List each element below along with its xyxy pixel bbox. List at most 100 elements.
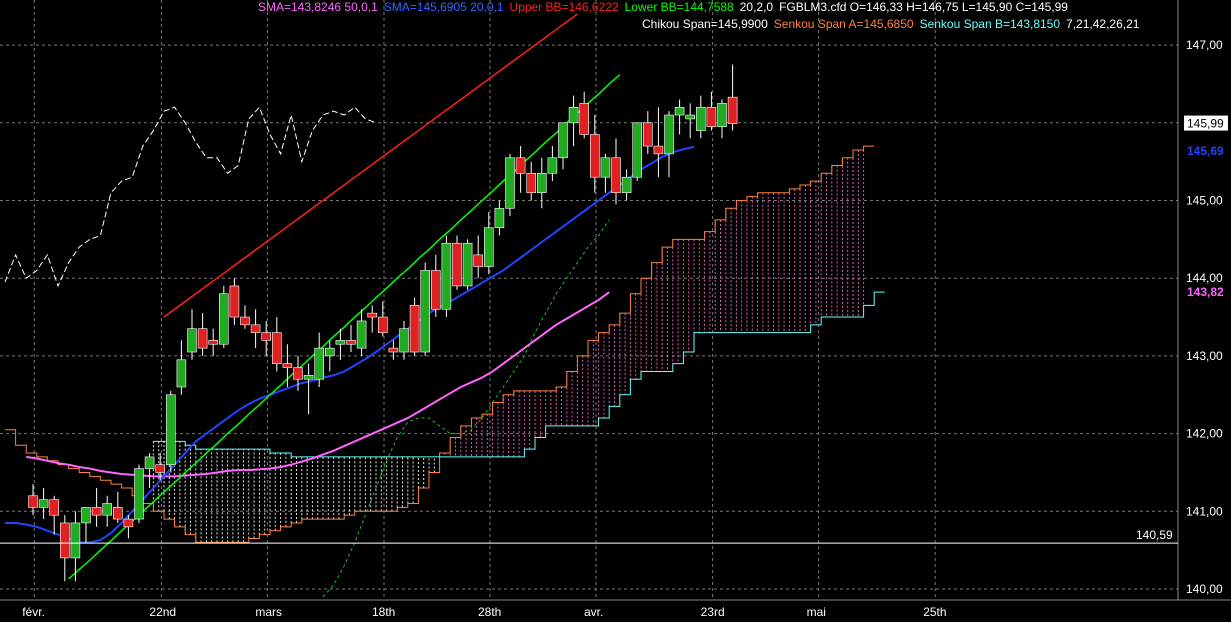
legend-top-item: Upper BB=146,6222 [509, 0, 619, 14]
y-tick-label: 145,00 [1186, 194, 1223, 208]
candle-body [505, 157, 515, 209]
candle-body [695, 106, 706, 131]
candle-body [187, 328, 197, 353]
candle-body [346, 340, 356, 345]
candle-body [706, 106, 717, 127]
candle-body [91, 507, 102, 516]
candle-body [388, 347, 399, 353]
lower-bb-line [68, 74, 621, 580]
candle-body [282, 363, 293, 368]
candle-body [452, 242, 462, 287]
y-tick-label: 147,00 [1186, 38, 1223, 52]
candle-body [642, 122, 653, 147]
candle-body [420, 270, 431, 353]
legend-top-item: FGBLM3.cfd O=146,33 H=146,75 L=145,90 C=… [779, 0, 1068, 14]
candle-body [324, 347, 335, 357]
candle-body [356, 320, 367, 349]
candle-body [664, 114, 674, 155]
candle-body [526, 173, 537, 194]
candle-body [632, 122, 643, 178]
candle-body [536, 173, 547, 194]
grid-lines [0, 0, 1178, 600]
candle-body [144, 456, 155, 469]
x-tick-label: 23rd [701, 605, 725, 619]
candle-body [314, 347, 325, 380]
candle-body [197, 328, 208, 349]
y-tick-label: 142,00 [1186, 427, 1223, 441]
price-chart[interactable]: 147,00146,00145,00144,00143,00142,00141,… [0, 0, 1231, 622]
candle-body [293, 367, 303, 380]
x-tick-label: 25th [923, 605, 946, 619]
upper-bb-line [163, 13, 578, 318]
candle-body [102, 503, 112, 516]
candle-body [717, 103, 727, 127]
y-tick-label: 140,00 [1186, 582, 1223, 596]
candle-body [49, 499, 60, 516]
indicator-legend-top: SMA=143,8246 50,0,1 SMA=145,6905 20,0,1 Up… [258, 0, 1074, 14]
legend-top-item: SMA=143,8246 50,0,1 [258, 0, 378, 14]
candle-body [367, 312, 378, 318]
candle-body [166, 394, 176, 465]
x-tick-label: 18th [372, 605, 395, 619]
candle-body [271, 332, 282, 364]
candle-body [547, 157, 558, 174]
legend-ichimoku-item: Senkou Span B=143,8150 [919, 17, 1061, 31]
candle-body [123, 518, 134, 528]
candle-body [600, 157, 611, 178]
candle-body [441, 242, 452, 310]
candle-body [483, 227, 494, 267]
candle-body [674, 106, 685, 116]
x-tick-label: mars [255, 605, 282, 619]
y-tick-label: 144,00 [1186, 271, 1223, 285]
candle-body [219, 293, 229, 345]
legend-top-item: 20,2,0 [739, 0, 774, 14]
candle-body [250, 324, 261, 333]
legend-ichimoku-item: Chikou Span=145,9900 [642, 17, 768, 31]
candle-body [303, 375, 314, 380]
candle-body [377, 316, 388, 333]
candle-body [240, 316, 250, 326]
candle-body [38, 499, 49, 508]
candle-body [335, 340, 346, 345]
sma20-price-tag: 145,69 [1187, 144, 1224, 158]
candle-body [473, 254, 484, 267]
y-tick-label: 143,00 [1186, 349, 1223, 363]
y-tick-label: 141,00 [1186, 504, 1223, 518]
x-tick-label: févr. [22, 605, 45, 619]
sma-50-line [26, 291, 610, 478]
candle-body [685, 114, 696, 120]
candle-body [409, 305, 420, 353]
x-tick-label: 28th [478, 605, 501, 619]
candle-body [494, 207, 505, 228]
candle-body [430, 270, 441, 310]
x-tick-label: mai [807, 605, 826, 619]
x-tick-label: avr. [584, 605, 603, 619]
candle-body [579, 103, 590, 135]
candle-body [558, 122, 568, 159]
x-tick-label: 22nd [149, 605, 176, 619]
candle-body [261, 332, 272, 341]
candle-body [399, 328, 409, 353]
candle-body [208, 340, 218, 345]
legend-top-item: Lower BB=144,7588 [624, 0, 734, 14]
candle-body [589, 134, 600, 178]
candle-body [81, 507, 91, 524]
candle-body [462, 242, 473, 287]
candle-body [134, 468, 144, 520]
ichimoku-legend: Chikou Span=145,9900 Senkou Span A=145,68… [642, 17, 1145, 31]
candle-body [155, 464, 165, 473]
candle-body [568, 106, 579, 124]
candle-body [515, 157, 526, 174]
axes: 147,00146,00145,00144,00143,00142,00141,… [0, 0, 1231, 619]
candle-body [653, 145, 664, 155]
chikou-span-line [4, 106, 377, 288]
candle-body [229, 285, 240, 318]
candle-body [611, 157, 621, 194]
horizontal-line-label: 140,59 [1136, 528, 1173, 542]
candle-body [70, 522, 81, 559]
candle-body [59, 522, 70, 559]
legend-ichimoku-item: 7,21,42,26,21 [1066, 17, 1140, 31]
candle-body [727, 96, 738, 124]
last-price-tag: 145,99 [1187, 117, 1224, 131]
legend-ichimoku-item: Senkou Span A=145,6850 [773, 17, 914, 31]
